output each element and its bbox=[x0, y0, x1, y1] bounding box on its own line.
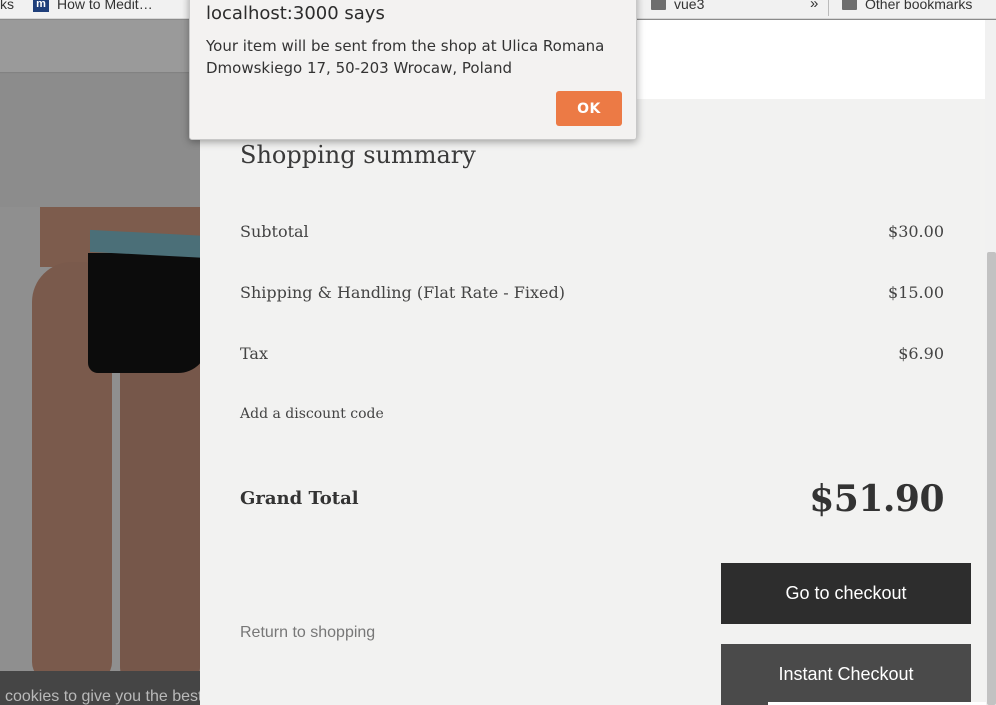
instant-checkout-button[interactable]: Instant Checkout bbox=[721, 644, 971, 705]
browser-viewport: ks m How to Medit… vue3 » Other bookmark… bbox=[0, 0, 996, 705]
bookmark-item[interactable]: ks bbox=[0, 0, 14, 12]
alert-title: localhost:3000 says bbox=[206, 3, 385, 24]
discount-code-link[interactable]: Add a discount code bbox=[240, 406, 384, 422]
other-bookmarks[interactable]: Other bookmarks bbox=[842, 0, 972, 12]
grand-total-label: Grand Total bbox=[240, 488, 359, 509]
subtotal-label: Subtotal bbox=[240, 222, 309, 241]
shipping-label: Shipping & Handling (Flat Rate - Fixed) bbox=[240, 283, 565, 302]
shipping-value: $15.00 bbox=[888, 283, 944, 302]
product-image bbox=[0, 207, 200, 671]
folder-icon bbox=[842, 0, 857, 10]
bookmark-item[interactable]: vue3 bbox=[651, 0, 704, 12]
subtotal-value: $30.00 bbox=[888, 222, 944, 241]
product-shorts bbox=[88, 253, 200, 373]
bookmarks-overflow-icon[interactable]: » bbox=[810, 0, 818, 12]
alert-ok-label: OK bbox=[577, 100, 601, 117]
instant-checkout-label: Instant Checkout bbox=[778, 664, 914, 684]
summary-title: Shopping summary bbox=[240, 141, 476, 169]
tax-value: $6.90 bbox=[898, 344, 944, 363]
alert-message: Your item will be sent from the shop at … bbox=[206, 37, 605, 77]
grand-total-value: $51.90 bbox=[809, 478, 944, 520]
cookie-text: cookies to give you the best bbox=[5, 688, 200, 705]
bookmark-item[interactable]: m How to Medit… bbox=[33, 0, 153, 12]
cookie-banner: cookies to give you the best bbox=[0, 671, 200, 705]
bookmark-label: ks bbox=[0, 0, 14, 12]
other-bookmarks-label: Other bookmarks bbox=[865, 0, 973, 12]
scrollbar-thumb[interactable] bbox=[987, 252, 996, 705]
alert-dialog: localhost:3000 says Your item will be se… bbox=[189, 0, 637, 140]
return-to-shopping-link[interactable]: Return to shopping bbox=[240, 624, 375, 642]
bookmarks-divider bbox=[828, 0, 829, 16]
folder-icon bbox=[651, 0, 666, 10]
go-to-checkout-button[interactable]: Go to checkout bbox=[721, 563, 971, 624]
go-to-checkout-label: Go to checkout bbox=[785, 583, 907, 603]
medium-favicon-icon: m bbox=[33, 0, 49, 12]
alert-ok-button[interactable]: OK bbox=[556, 91, 622, 126]
bookmark-label: How to Medit… bbox=[57, 0, 153, 12]
tax-label: Tax bbox=[240, 344, 268, 363]
bookmark-label: vue3 bbox=[674, 0, 705, 12]
panel-header bbox=[636, 20, 985, 99]
